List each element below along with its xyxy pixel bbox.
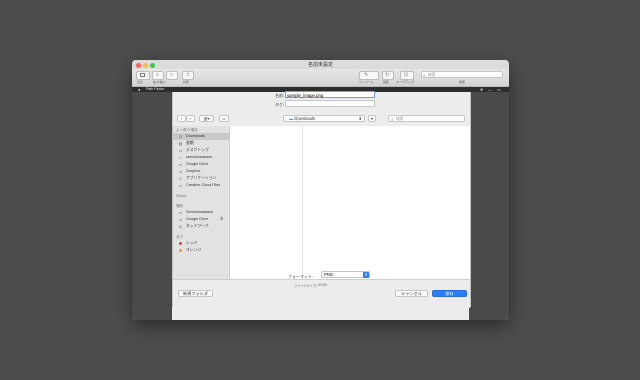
expand-button[interactable]: ▾ — [368, 115, 376, 122]
dropbox-icon: ▭ — [178, 169, 183, 174]
format-label: フォーマット: — [288, 274, 314, 279]
chevron-updown-icon: ⬍ — [358, 116, 362, 121]
save-button[interactable]: 保存 — [432, 290, 467, 297]
sidebar-tag-red[interactable]: レッド — [173, 240, 229, 247]
toolbar-label-search: 検索 — [459, 80, 466, 84]
markup-icon: ⊡ — [404, 72, 409, 78]
rotate-button[interactable]: ↻ — [382, 71, 394, 80]
dialog-search-placeholder: 検索 — [396, 117, 404, 121]
new-folder-icon-button[interactable]: ▭ — [219, 115, 229, 122]
window-title: 名前未設定 — [307, 62, 333, 68]
share-button[interactable]: ⇪ — [182, 71, 194, 80]
icloud-header: iCloud — [176, 194, 187, 198]
sidebar-item-creative-cloud[interactable]: ▭ Creative Cloud Files — [173, 182, 229, 189]
folder-icon: ▭ — [222, 116, 226, 121]
new-folder-button[interactable]: 新規フォルダ — [178, 290, 213, 297]
chevron-left-icon: ‹ — [180, 116, 183, 121]
applications-icon: ⅄ — [179, 176, 182, 181]
toolbar-label-markup: マークアップ — [396, 80, 415, 84]
back-button[interactable]: ‹ — [177, 115, 186, 122]
documents-icon: ▤ — [178, 141, 183, 146]
toolbar-label-zoom: 拡大/縮小 — [153, 80, 166, 84]
columns-icon: ▥▾ — [203, 116, 210, 121]
dialog-search-icon: ⌕ — [391, 117, 394, 122]
name-label: 名前: — [275, 93, 285, 98]
format-value: PNG — [324, 272, 334, 277]
home-icon: ⌂ — [179, 155, 182, 160]
save-dialog: 名前: sample_image.png タグ: ‹ › ▥▾ ▭ ▬ Down… — [172, 91, 471, 308]
location-popup[interactable]: ▬ Downloads ⬍ — [283, 115, 365, 122]
toolbar-search-input[interactable]: ⌕ 検索 — [421, 71, 503, 78]
sidebar-item-computer[interactable]: ▭ Sehirokosakazu — [173, 209, 229, 216]
view-button[interactable] — [136, 71, 150, 80]
eject-icon[interactable]: ≜ — [220, 216, 223, 223]
share-icon: ⇪ — [186, 72, 191, 78]
sidebar-item-applications[interactable]: ⅄ アプリケーション — [173, 175, 229, 182]
dialog-bottom-bar: フォーマット: PNG ⬍ ファイルサイズ: 60 KB 新規フォルダ キャンセ… — [173, 271, 470, 308]
toolbar-search-placeholder: 検索 — [428, 73, 436, 77]
tags-label: タグ: — [275, 102, 285, 107]
toolbar-label-view: 表示 — [137, 80, 144, 84]
left-backdrop — [132, 92, 172, 320]
chevron-updown-icon: ⬍ — [363, 272, 369, 278]
drive-volume-icon: ▭ — [178, 217, 183, 222]
computer-icon: ▭ — [178, 210, 183, 215]
zoom-in-icon: ⌕ — [170, 72, 173, 78]
location-label: Downloads — [294, 116, 316, 121]
desktop-icon: ▭ — [178, 148, 183, 153]
sidebar-item-google-drive-volume[interactable]: ▭ Google Drive ≜ — [173, 216, 229, 223]
pen-tool-button[interactable]: ✎ — [359, 71, 379, 80]
downloads-icon: ⊡ — [178, 134, 183, 139]
pen-icon: ✎ — [364, 72, 369, 78]
toolbar-label-rotate: 回転 — [383, 80, 390, 84]
chevron-down-icon: ▾ — [370, 116, 374, 121]
sidebar-tag-orange[interactable]: オレンジ — [173, 247, 229, 254]
orange-tag-dot — [179, 249, 182, 252]
dialog-sidebar: よく使う項目 ⊡ Downloads ▤ 書類 ▭ デスクトップ ⌂ sehirokos… — [173, 126, 230, 279]
markup-button[interactable]: ⊡ — [400, 71, 414, 80]
format-select[interactable]: PNG ⬍ — [321, 271, 370, 278]
filesize-label: ファイルサイズ: — [294, 284, 318, 288]
path-finder-title: Path Finder — [146, 87, 165, 91]
toolbar-label-share: 共有 — [183, 80, 190, 84]
file-name-input[interactable]: sample_image.png — [285, 91, 375, 98]
red-tag-dot — [179, 242, 182, 245]
cancel-button[interactable]: キャンセル — [395, 290, 428, 297]
downloads-folder-icon: ▬ — [289, 116, 294, 121]
sidebar-item-google-drive[interactable]: ▭ Google Drive — [173, 161, 229, 168]
sidebar-item-network[interactable]: ◎ ネットワーク — [173, 223, 229, 230]
title-bar: 名前未設定 — [132, 60, 509, 69]
rotate-icon: ↻ — [385, 72, 390, 78]
dialog-search-input[interactable]: ⌕ 検索 — [388, 115, 465, 122]
app-window: 名前未設定 ⌕ ⌕ ⇪ 表示 拡大/縮小 共有 ✎ ↻ ⊡ ペンツール 回転 マ… — [132, 60, 509, 320]
view-mode-button[interactable]: ▥▾ — [199, 115, 214, 122]
forward-button[interactable]: › — [186, 115, 195, 122]
search-icon: ⌕ — [423, 73, 426, 78]
column-divider — [302, 126, 303, 279]
sidebar-item-dropbox[interactable]: ▭ Dropbox — [173, 168, 229, 175]
file-browser[interactable] — [230, 126, 470, 279]
sidebar-item-downloads[interactable]: ⊡ Downloads — [173, 133, 229, 140]
drive-icon: ▭ — [178, 162, 183, 167]
zoom-icon: ⌕ — [156, 72, 159, 78]
zoom-in-button[interactable]: ⌕ — [166, 71, 178, 80]
sidebar-item-desktop[interactable]: ▭ デスクトップ — [173, 147, 229, 154]
sidebar-item-home[interactable]: ⌂ sehirokosakazu — [173, 154, 229, 161]
tags-input[interactable] — [285, 100, 375, 107]
chevron-right-icon: › — [189, 116, 192, 121]
right-backdrop — [469, 92, 509, 320]
creative-cloud-icon: ▭ — [178, 183, 183, 188]
sidebar-item-documents[interactable]: ▤ 書類 — [173, 140, 229, 147]
network-icon: ◎ — [178, 224, 183, 229]
zoom-out-button[interactable]: ⌕ — [152, 71, 164, 80]
filesize-value: 60 KB — [318, 283, 327, 287]
toolbar-label-pen: ペンツール — [359, 80, 375, 84]
view-icon — [140, 73, 145, 77]
toolbar: ⌕ ⌕ ⇪ 表示 拡大/縮小 共有 ✎ ↻ ⊡ ペンツール 回転 マークアップ … — [132, 69, 509, 87]
